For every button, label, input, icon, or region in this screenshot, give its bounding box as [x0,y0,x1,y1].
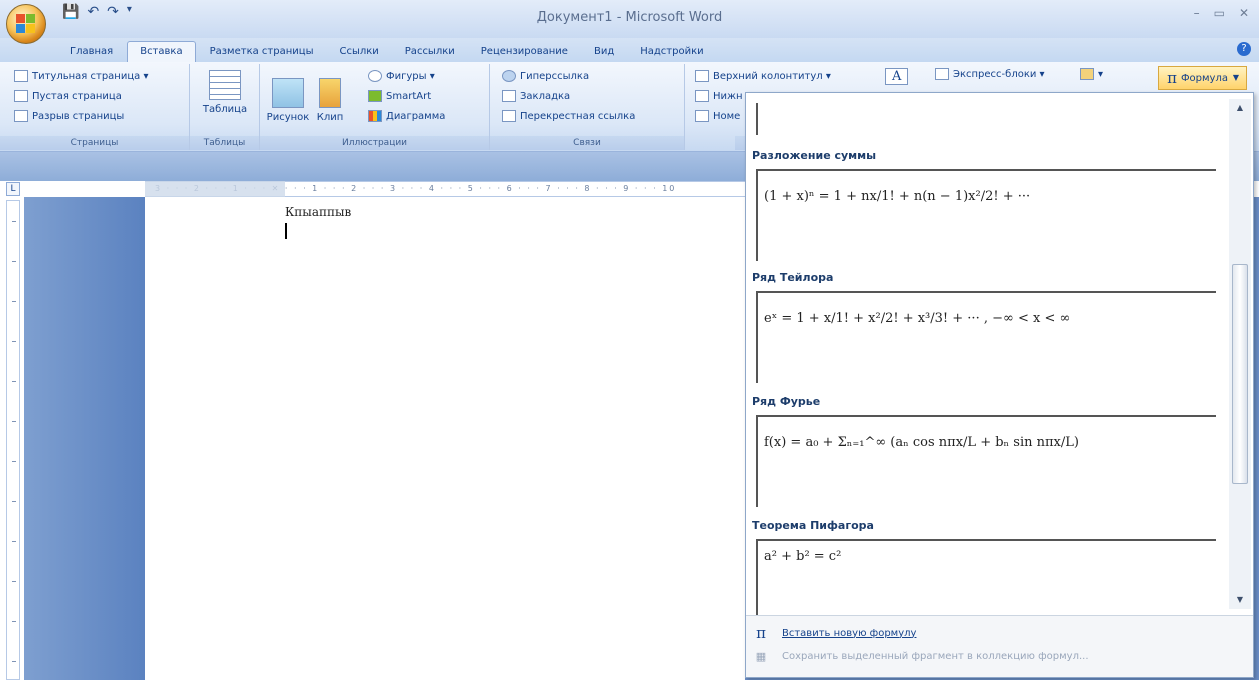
equation-taylor[interactable]: eˣ = 1 + x/1! + x²/2! + x³/3! + ··· , −∞… [756,291,1216,383]
section-title-taylor: Ряд Тейлора [752,271,834,284]
equation-pythagoras[interactable]: a² + b² = c² [756,539,1216,615]
text-cursor [285,223,287,239]
document-text[interactable]: Кпыаппыв [285,205,351,219]
maximize-icon[interactable]: ▭ [1214,6,1225,20]
tab-mailings[interactable]: Рассылки [393,42,467,62]
shapes-icon [368,70,382,82]
group-tables: Таблица Таблицы [190,64,260,150]
save-equation-icon: ▦ [755,650,767,663]
tab-review[interactable]: Рецензирование [469,42,580,62]
bookmark-button[interactable]: Закладка [502,90,570,102]
table-icon [209,70,241,100]
smartart-icon [368,90,382,102]
wordart-icon [1080,68,1094,80]
cross-reference-button[interactable]: Перекрестная ссылка [502,110,635,122]
equation-fourier[interactable]: f(x) = a₀ + Σₙ₌₁^∞ (aₙ cos nπx/L + bₙ si… [756,415,1216,507]
close-icon[interactable]: ✕ [1239,6,1249,20]
smartart-button[interactable]: SmartArt [368,90,431,102]
previous-equation-box[interactable] [756,103,1216,135]
window-controls: – ▭ ✕ [1194,6,1249,20]
clip-icon [319,78,341,108]
save-selection-to-gallery-item[interactable]: ▦ Сохранить выделенный фрагмент в коллек… [754,650,1089,663]
group-label-links: Связи [490,136,684,150]
pi-icon: π [1167,69,1177,87]
group-label-illustrations: Иллюстрации [260,136,489,150]
page-break-icon [14,110,28,122]
cover-page-icon [14,70,28,82]
formula-taylor: eˣ = 1 + x/1! + x²/2! + x³/3! + ··· , −∞… [764,311,1071,326]
gallery-footer: π Вставить новую формулу ▦ Сохранить выд… [746,615,1253,677]
tab-references[interactable]: Ссылки [327,42,390,62]
ribbon-tabs: Главная Вставка Разметка страницы Ссылки… [58,38,716,62]
pi-icon: π [756,624,766,642]
hyperlink-icon [502,70,516,82]
window-title: Документ1 - Microsoft Word [536,10,723,25]
cover-page-button[interactable]: Титульная страница ▾ [14,70,148,82]
equation-gallery-list: Разложение суммы (1 + x)ⁿ = 1 + nx/1! + … [746,93,1225,615]
header-button[interactable]: Верхний колонтитул ▾ [695,70,831,82]
page-number-icon [695,110,709,122]
group-label-tables: Таблицы [190,136,259,150]
minimize-icon[interactable]: – [1194,6,1200,20]
cross-reference-icon [502,110,516,122]
wordart-button[interactable]: ▾ [1080,68,1103,80]
group-links: Гиперссылка Закладка Перекрестная ссылка… [490,64,685,150]
formula-binomial: (1 + x)ⁿ = 1 + nx/1! + n(n − 1)x²/2! + ·… [764,189,1031,204]
chart-button[interactable]: Диаграмма [368,110,445,122]
section-title-fourier: Ряд Фурье [752,395,821,408]
tab-page-layout[interactable]: Разметка страницы [198,42,326,62]
chart-icon [368,110,382,122]
formula-fourier: f(x) = a₀ + Σₙ₌₁^∞ (aₙ cos nπx/L + bₙ si… [764,435,1079,450]
scroll-up-icon[interactable]: ▲ [1229,99,1251,117]
quick-parts-icon [935,68,949,80]
header-icon [695,70,709,82]
document-page[interactable] [145,197,745,680]
equation-gallery: Разложение суммы (1 + x)ⁿ = 1 + nx/1! + … [745,92,1254,678]
office-button[interactable] [6,4,46,44]
shapes-button[interactable]: Фигуры ▾ [368,70,435,82]
workspace-left [24,197,145,680]
bookmark-icon [502,90,516,102]
insert-new-equation-item[interactable]: π Вставить новую формулу [754,624,916,642]
section-title-binomial: Разложение суммы [752,149,877,162]
section-title-pythagoras: Теорема Пифагора [752,519,874,532]
table-button[interactable]: Таблица [200,70,250,115]
help-icon[interactable]: ? [1237,42,1251,56]
tab-home[interactable]: Главная [58,42,125,62]
page-number-button[interactable]: Номе [695,110,740,122]
quick-parts-button[interactable]: Экспресс-блоки ▾ [935,68,1045,80]
tab-selector[interactable]: L [6,182,20,196]
group-label-pages: Страницы [0,136,189,150]
gallery-scrollbar[interactable]: ▲ ▼ [1229,99,1251,609]
equation-dropdown-arrow-icon[interactable]: ▼ [1230,67,1242,89]
footer-icon [695,90,709,102]
ruler-margin [145,181,285,197]
office-logo-icon [16,14,36,34]
footer-button[interactable]: Нижн [695,90,743,102]
clip-button[interactable]: Клип [310,78,350,123]
page-break-button[interactable]: Разрыв страницы [14,110,124,122]
blank-page-button[interactable]: Пустая страница [14,90,122,102]
picture-icon [272,78,304,108]
equation-binomial[interactable]: (1 + x)ⁿ = 1 + nx/1! + n(n − 1)x²/2! + ·… [756,169,1216,261]
scroll-thumb[interactable] [1232,264,1248,484]
textbox-button[interactable]: A [885,68,909,85]
equation-button[interactable]: π Формула ▼ [1158,66,1247,90]
tab-view[interactable]: Вид [582,42,626,62]
group-pages: Титульная страница ▾ Пустая страница Раз… [0,64,190,150]
picture-button[interactable]: Рисунок [266,78,310,123]
scroll-down-icon[interactable]: ▼ [1229,591,1251,609]
group-illustrations: Рисунок Клип Фигуры ▾ SmartArt Диаграмма… [260,64,490,150]
tab-insert[interactable]: Вставка [127,41,196,62]
formula-pythagoras: a² + b² = c² [764,549,842,564]
tab-addins[interactable]: Надстройки [628,42,715,62]
blank-page-icon [14,90,28,102]
hyperlink-button[interactable]: Гиперссылка [502,70,589,82]
vertical-ruler[interactable] [6,200,20,680]
